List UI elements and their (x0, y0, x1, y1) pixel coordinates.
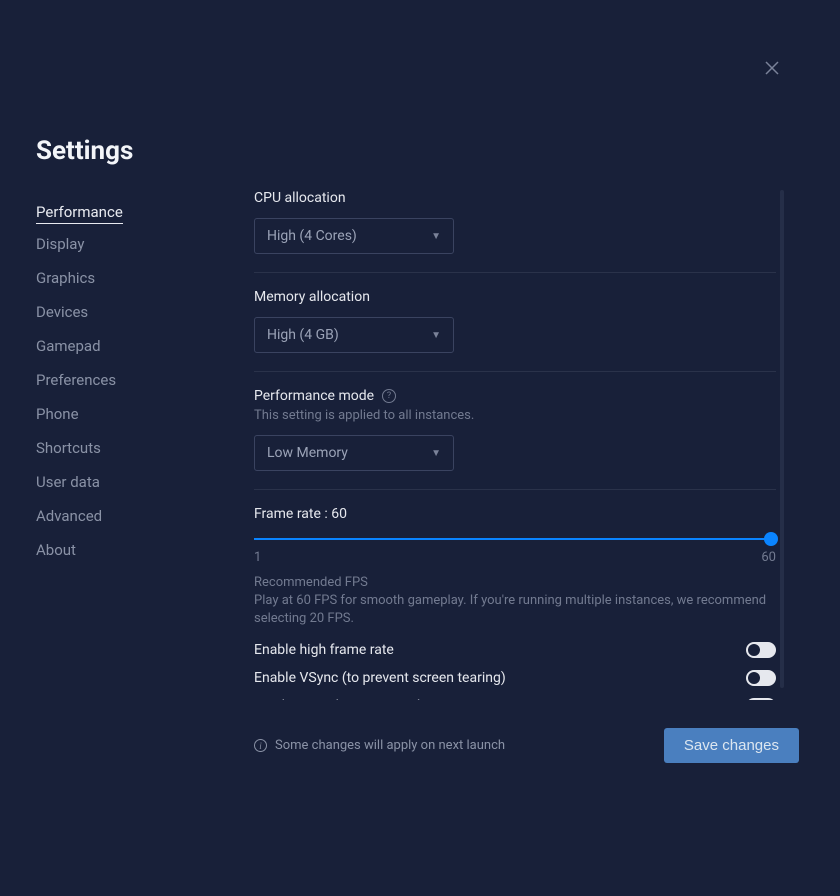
toggle-vsync[interactable] (746, 670, 776, 686)
perfmode-select-value: Low Memory (267, 445, 348, 461)
sidebar-item-devices[interactable]: Devices (36, 298, 88, 326)
memory-label: Memory allocation (254, 289, 776, 305)
slider-thumb[interactable] (764, 532, 778, 546)
help-icon[interactable]: ? (382, 389, 396, 403)
sidebar-item-advanced[interactable]: Advanced (36, 502, 102, 530)
recommended-fps-text: Play at 60 FPS for smooth gameplay. If y… (254, 592, 776, 628)
sidebar: Performance Display Graphics Devices Gam… (36, 198, 216, 570)
sidebar-item-graphics[interactable]: Graphics (36, 264, 95, 292)
info-icon: i (254, 739, 267, 752)
memory-section: Memory allocation High (4 GB) ▼ (254, 289, 776, 372)
sidebar-item-shortcuts[interactable]: Shortcuts (36, 434, 101, 462)
sidebar-item-display[interactable]: Display (36, 230, 84, 258)
sidebar-item-phone[interactable]: Phone (36, 400, 79, 428)
memory-select[interactable]: High (4 GB) ▼ (254, 317, 454, 353)
toggle-label: Enable VSync (to prevent screen tearing) (254, 670, 506, 686)
perfmode-section: Performance mode ? This setting is appli… (254, 388, 776, 490)
close-icon (764, 60, 780, 76)
toggle-label: Enable high frame rate (254, 642, 394, 658)
cpu-select-value: High (4 Cores) (267, 228, 357, 244)
cpu-label: CPU allocation (254, 190, 776, 206)
toggle-display-fps[interactable] (746, 698, 776, 700)
memory-select-value: High (4 GB) (267, 327, 339, 343)
sidebar-item-gamepad[interactable]: Gamepad (36, 332, 101, 360)
sidebar-item-preferences[interactable]: Preferences (36, 366, 116, 394)
slider-min: 1 (254, 550, 261, 565)
cpu-section: CPU allocation High (4 Cores) ▼ (254, 190, 776, 273)
footer-note: i Some changes will apply on next launch (254, 738, 505, 753)
slider-range-labels: 1 60 (254, 550, 776, 565)
perfmode-label: Performance mode ? (254, 388, 776, 404)
toggle-display-fps-row: Display FPS during gameplay (254, 698, 776, 700)
chevron-down-icon: ▼ (431, 231, 441, 242)
close-button[interactable] (760, 56, 784, 80)
sidebar-item-user-data[interactable]: User data (36, 468, 100, 496)
sidebar-item-performance[interactable]: Performance (36, 198, 123, 224)
sidebar-item-about[interactable]: About (36, 536, 76, 564)
scrollbar[interactable] (780, 190, 784, 688)
perfmode-select[interactable]: Low Memory ▼ (254, 435, 454, 471)
chevron-down-icon: ▼ (431, 330, 441, 341)
recommended-fps-title: Recommended FPS (254, 575, 776, 590)
save-changes-button[interactable]: Save changes (664, 728, 799, 763)
toggle-high-frame-rate[interactable] (746, 642, 776, 658)
slider-max: 60 (761, 550, 776, 565)
content-pane: CPU allocation High (4 Cores) ▼ Memory a… (254, 190, 784, 700)
cpu-select[interactable]: High (4 Cores) ▼ (254, 218, 454, 254)
toggle-label: Display FPS during gameplay (254, 698, 434, 700)
framerate-label: Frame rate : 60 (254, 506, 776, 522)
framerate-section: Frame rate : 60 1 60 Recommended FPS Pla… (254, 506, 776, 700)
chevron-down-icon: ▼ (431, 448, 441, 459)
footer: i Some changes will apply on next launch… (254, 728, 799, 763)
toggle-vsync-row: Enable VSync (to prevent screen tearing) (254, 670, 776, 686)
page-title: Settings (36, 136, 133, 166)
toggle-high-frame-rate-row: Enable high frame rate (254, 642, 776, 658)
perfmode-sublabel: This setting is applied to all instances… (254, 408, 776, 423)
framerate-slider[interactable] (254, 528, 776, 550)
